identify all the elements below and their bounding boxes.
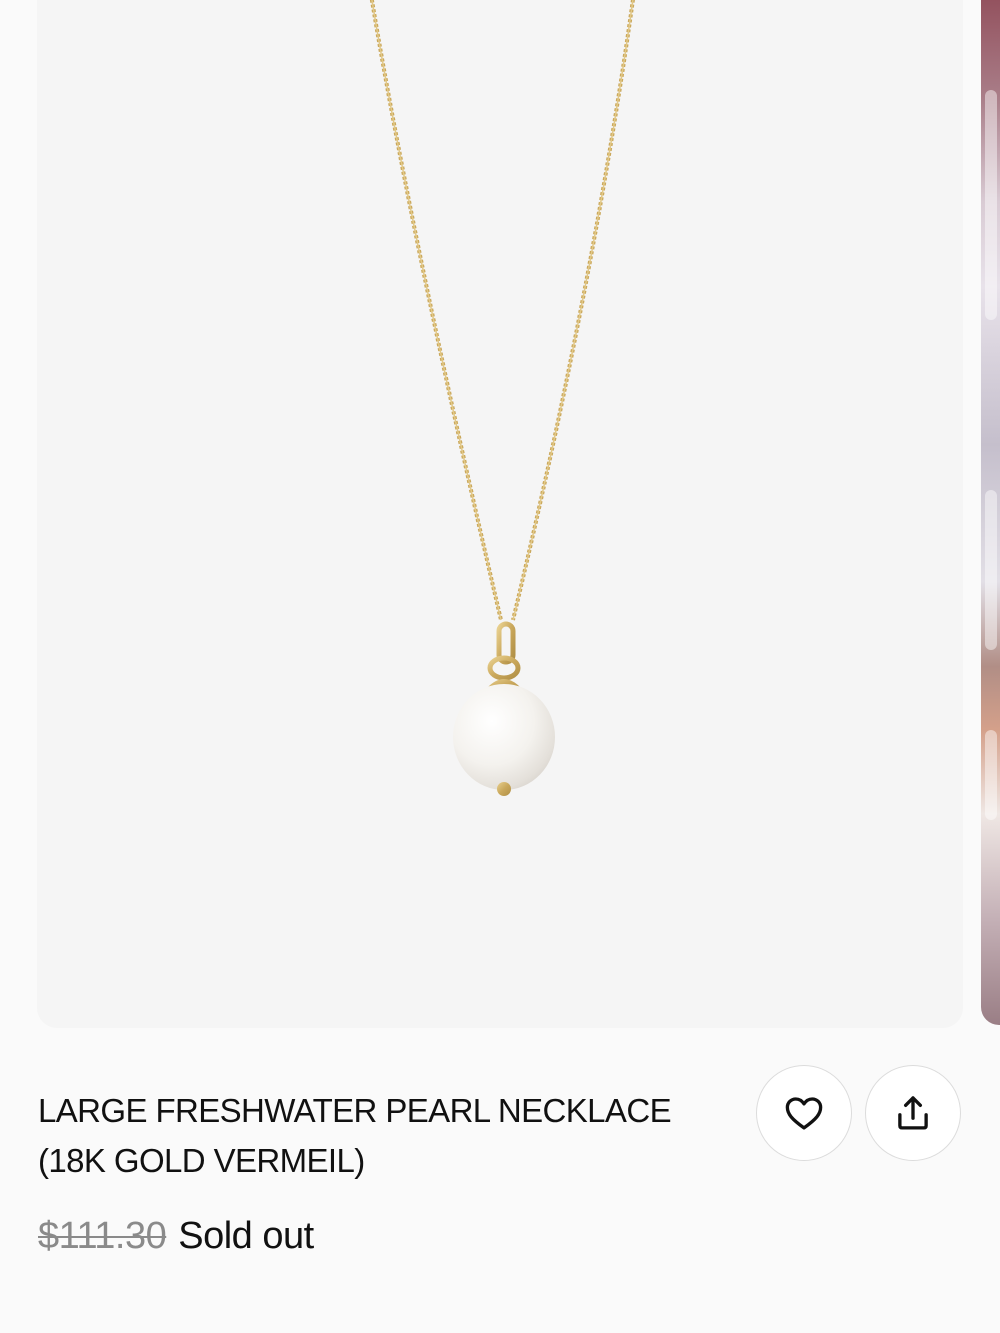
share-button[interactable] [865, 1065, 961, 1161]
chain-left-highlight [371, 0, 502, 621]
product-image-gallery[interactable] [0, 0, 1000, 1028]
chain-right-highlight [512, 0, 634, 621]
share-icon [898, 1096, 928, 1130]
pearl [453, 684, 555, 790]
peek-highlight [985, 730, 997, 820]
availability-status: Sold out [178, 1215, 314, 1257]
price-row: $111.30 Sold out [38, 1215, 314, 1269]
favorite-button[interactable] [756, 1065, 852, 1161]
next-product-image-peek[interactable] [981, 0, 1000, 1025]
product-image[interactable] [37, 0, 963, 1028]
heart-icon [785, 1097, 823, 1130]
pearl-necklace-illustration [369, 0, 635, 796]
product-page: LARGE FRESHWATER PEARL NECKLACE (18K GOL… [0, 0, 1000, 1333]
peek-highlight [985, 490, 997, 650]
product-title: LARGE FRESHWATER PEARL NECKLACE (18K GOL… [38, 1092, 672, 1179]
peek-highlight [985, 90, 997, 320]
original-price: $111.30 [38, 1215, 167, 1257]
pearl-end-bead [497, 782, 511, 796]
chain-left [369, 0, 503, 621]
